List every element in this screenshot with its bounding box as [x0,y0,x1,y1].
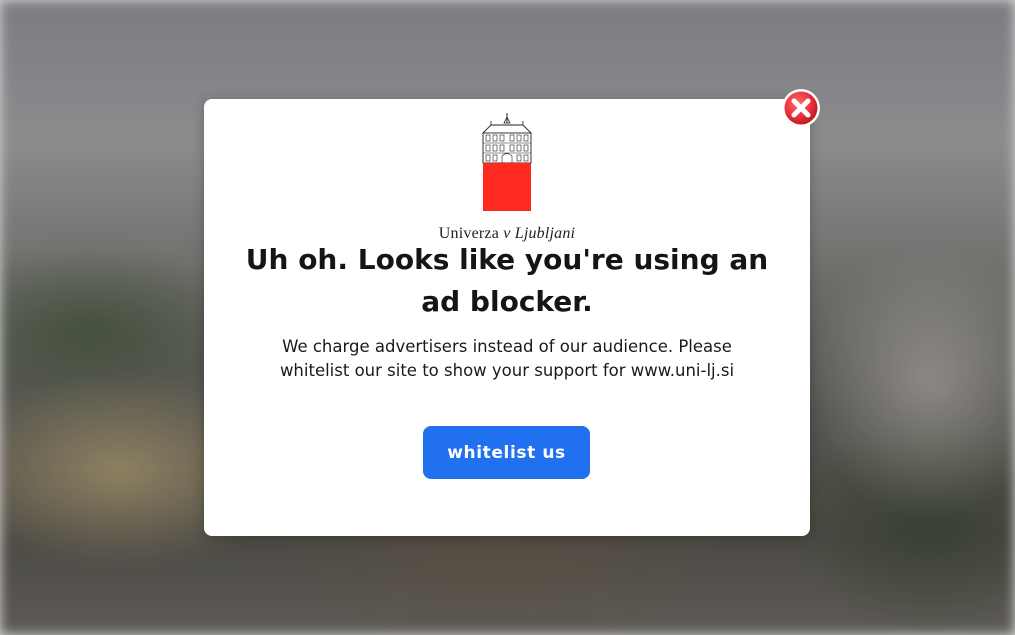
close-button[interactable] [780,87,822,129]
dialog-title: Uh oh. Looks like you're using an ad blo… [245,243,769,318]
whitelist-button[interactable]: whitelist us [423,426,590,479]
university-logo: Univerza v Ljubljani [204,113,810,242]
adblock-dialog: Univerza v Ljubljani Uh oh. Looks like y… [204,99,810,536]
university-building-logo-icon [482,113,532,211]
close-x-circle-icon [782,89,820,127]
dialog-message: We charge advertisers instead of our aud… [279,337,735,380]
